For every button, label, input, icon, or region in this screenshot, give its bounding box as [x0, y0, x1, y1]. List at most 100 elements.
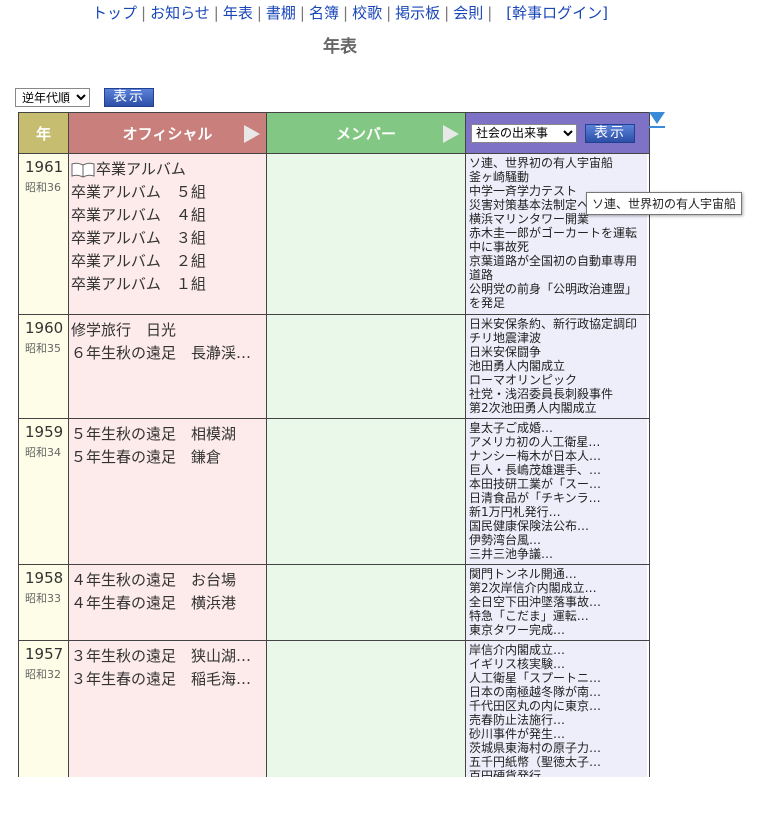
event-item[interactable]: 日清食品が「チキンラ… [469, 491, 647, 505]
nav-link-login[interactable]: [幹事ログイン] [506, 4, 608, 22]
official-item-link[interactable]: ５年生秋の遠足 相模湖 [71, 423, 266, 446]
table-row: 1960 昭和35 修学旅行 日光 ６年生秋の遠足 長瀞渓… 日米安保条約、新行政協定調… [18, 315, 650, 419]
table-body: 1961 昭和36 卒業アルバム 卒業アルバム ５組 卒業アルバム ４組 卒業アルバム ３… [18, 154, 650, 777]
official-item-link[interactable]: 卒業アルバム ４組 [71, 204, 266, 227]
event-item[interactable]: 砂川事件が発生… [469, 727, 647, 741]
scroll-bar-line[interactable] [649, 126, 665, 128]
events-category-select[interactable]: 社会の出来事 [471, 123, 577, 143]
event-item[interactable]: 日本の南極越冬隊が南… [469, 685, 647, 699]
event-item[interactable]: 国民健康保険法公布… [469, 519, 647, 533]
event-item[interactable]: ローマオリンピック [469, 373, 647, 387]
official-album-link[interactable]: 卒業アルバム [71, 158, 266, 181]
year-number: 1958 [25, 569, 64, 587]
event-item[interactable]: アメリカ初の人工衛星… [469, 435, 647, 449]
events-cell: ソ連、世界初の有人宇宙船 釜ヶ崎騒動 中学一斉学力テスト 災害対策基本法制定へ 横浜マリ… [466, 154, 647, 314]
scroll-down-arrow-icon[interactable] [649, 112, 665, 124]
event-item[interactable]: 百円硬貨発行… [469, 769, 647, 777]
event-item[interactable]: 本田技研工業が「スー… [469, 477, 647, 491]
official-item-link[interactable]: 修学旅行 日光 [71, 319, 266, 342]
nav-link-directory[interactable]: 名簿 [309, 4, 339, 22]
event-item[interactable]: 全日空下田沖墜落事故… [469, 595, 647, 609]
event-item[interactable]: ナンシー梅木が日本人… [469, 449, 647, 463]
event-item[interactable]: 関門トンネル開通… [469, 567, 647, 581]
event-item[interactable]: 池田勇人内閣成立 [469, 359, 647, 373]
official-item-link[interactable]: 卒業アルバム １組 [71, 273, 266, 296]
header-official-label: オフィシャル [122, 124, 213, 143]
event-item[interactable]: 新1万円札発行… [469, 505, 647, 519]
event-item[interactable]: 売春防止法施行… [469, 713, 647, 727]
official-item-link[interactable]: 卒業アルバム ５組 [71, 181, 266, 204]
tooltip: ソ連、世界初の有人宇宙船 [586, 192, 743, 215]
year-number: 1961 [25, 158, 64, 176]
event-item[interactable]: 五千円紙幣（聖徳太子… [469, 755, 647, 769]
event-item[interactable]: 社党・浅沼委員長刺殺事件 [469, 387, 647, 401]
event-item[interactable]: 巨人・長嶋茂雄選手、… [469, 463, 647, 477]
nav-separator: | [487, 4, 493, 22]
table-row: 1959 昭和34 ５年生秋の遠足 相模湖 ５年生春の遠足 鎌倉 皇太子ご成婚… アメリカ… [18, 419, 650, 565]
official-item-link[interactable]: ５年生春の遠足 鎌倉 [71, 446, 266, 469]
event-item[interactable]: 京葉道路が全国初の自動車専用道路 [469, 254, 647, 282]
event-item[interactable]: イギリス核実験… [469, 657, 647, 671]
year-cell: 1957 昭和32 [19, 641, 69, 777]
year-number: 1960 [25, 319, 64, 337]
header-official: オフィシャル [69, 113, 267, 153]
year-cell: 1961 昭和36 [19, 154, 69, 314]
official-item-link[interactable]: ６年生秋の遠足 長瀞渓… [71, 342, 266, 365]
event-item[interactable]: 赤木圭一郎がゴーカートを運転中に事故死 [469, 226, 647, 254]
event-item[interactable]: ソ連、世界初の有人宇宙船 [469, 156, 647, 170]
event-item[interactable]: 千代田区丸の内に東京… [469, 699, 647, 713]
header-member: メンバー [267, 113, 466, 153]
nav-link-chronology[interactable]: 年表 [223, 4, 253, 22]
nav-separator: | [141, 4, 147, 22]
event-item[interactable]: 日米安保闘争 [469, 345, 647, 359]
event-item[interactable]: 人工衛星「スプートニ… [469, 671, 647, 685]
events-show-button[interactable]: 表示 [585, 123, 635, 143]
nav-separator: | [299, 4, 305, 22]
year-number: 1959 [25, 423, 64, 441]
era-label: 昭和36 [25, 181, 61, 194]
nav-link-top[interactable]: トップ [92, 4, 137, 22]
event-item[interactable]: 三井三池争議… [469, 547, 647, 561]
event-item[interactable]: 第2次岸信介内閣成立… [469, 581, 647, 595]
era-label: 昭和34 [25, 446, 61, 459]
order-select[interactable]: 逆年代順 [15, 88, 90, 107]
official-item-link[interactable]: ４年生秋の遠足 お台場 [71, 569, 266, 592]
events-cell: 岸信介内閣成立… イギリス核実験… 人工衛星「スプートニ… 日本の南極越冬隊が南… 千代… [466, 641, 647, 777]
nav-link-bookshelf[interactable]: 書棚 [266, 4, 296, 22]
page-title: 年表 [323, 37, 357, 57]
events-cell: 日米安保条約、新行政協定調印 チリ地震津波 日米安保闘争 池田勇人内閣成立 ローマオリン… [466, 315, 647, 418]
year-number: 1957 [25, 645, 64, 663]
nav-separator: | [343, 4, 349, 22]
official-item-link[interactable]: ４年生春の遠足 横浜港 [71, 592, 266, 615]
official-item-link[interactable]: ３年生春の遠足 稲毛海… [71, 668, 266, 691]
official-item-link[interactable]: 卒業アルバム ３組 [71, 227, 266, 250]
official-cell: ４年生秋の遠足 お台場 ４年生春の遠足 横浜港 [69, 565, 267, 640]
event-item[interactable]: 日米安保条約、新行政協定調印 [469, 317, 647, 331]
era-label: 昭和35 [25, 342, 61, 355]
event-item[interactable]: 茨城県東海村の原子力… [469, 741, 647, 755]
official-cell: ５年生秋の遠足 相模湖 ５年生春の遠足 鎌倉 [69, 419, 267, 564]
collapse-arrow-icon[interactable] [244, 125, 260, 143]
nav-link-news[interactable]: お知らせ [150, 4, 210, 22]
nav-link-school-song[interactable]: 校歌 [352, 4, 382, 22]
event-item[interactable]: 特急「こだま」運転… [469, 609, 647, 623]
events-cell: 皇太子ご成婚… アメリカ初の人工衛星… ナンシー梅木が日本人… 巨人・長嶋茂雄選手、…… [466, 419, 647, 564]
event-item[interactable]: 釜ヶ崎騒動 [469, 170, 647, 184]
show-button[interactable]: 表示 [104, 88, 154, 107]
event-item[interactable]: 岸信介内閣成立… [469, 643, 647, 657]
nav-link-bulletin[interactable]: 掲示板 [395, 4, 440, 22]
collapse-arrow-icon[interactable] [443, 125, 459, 143]
official-item-link[interactable]: 卒業アルバム ２組 [71, 250, 266, 273]
event-item[interactable]: 第2次池田勇人内閣成立 [469, 401, 647, 415]
nav-link-rules[interactable]: 会則 [453, 4, 483, 22]
official-item-link[interactable]: ３年生秋の遠足 狭山湖… [71, 645, 266, 668]
header-year: 年 [19, 113, 69, 153]
event-item[interactable]: 東京タワー完成… [469, 623, 647, 637]
year-cell: 1958 昭和33 [19, 565, 69, 640]
event-item[interactable]: 伊勢湾台風… [469, 533, 647, 547]
event-item[interactable]: 皇太子ご成婚… [469, 421, 647, 435]
event-item[interactable]: 公明党の前身「公明政治連盟」を発足 [469, 282, 647, 310]
event-item[interactable]: チリ地震津波 [469, 331, 647, 345]
era-label: 昭和32 [25, 668, 61, 681]
official-cell: ３年生秋の遠足 狭山湖… ３年生春の遠足 稲毛海… [69, 641, 267, 777]
